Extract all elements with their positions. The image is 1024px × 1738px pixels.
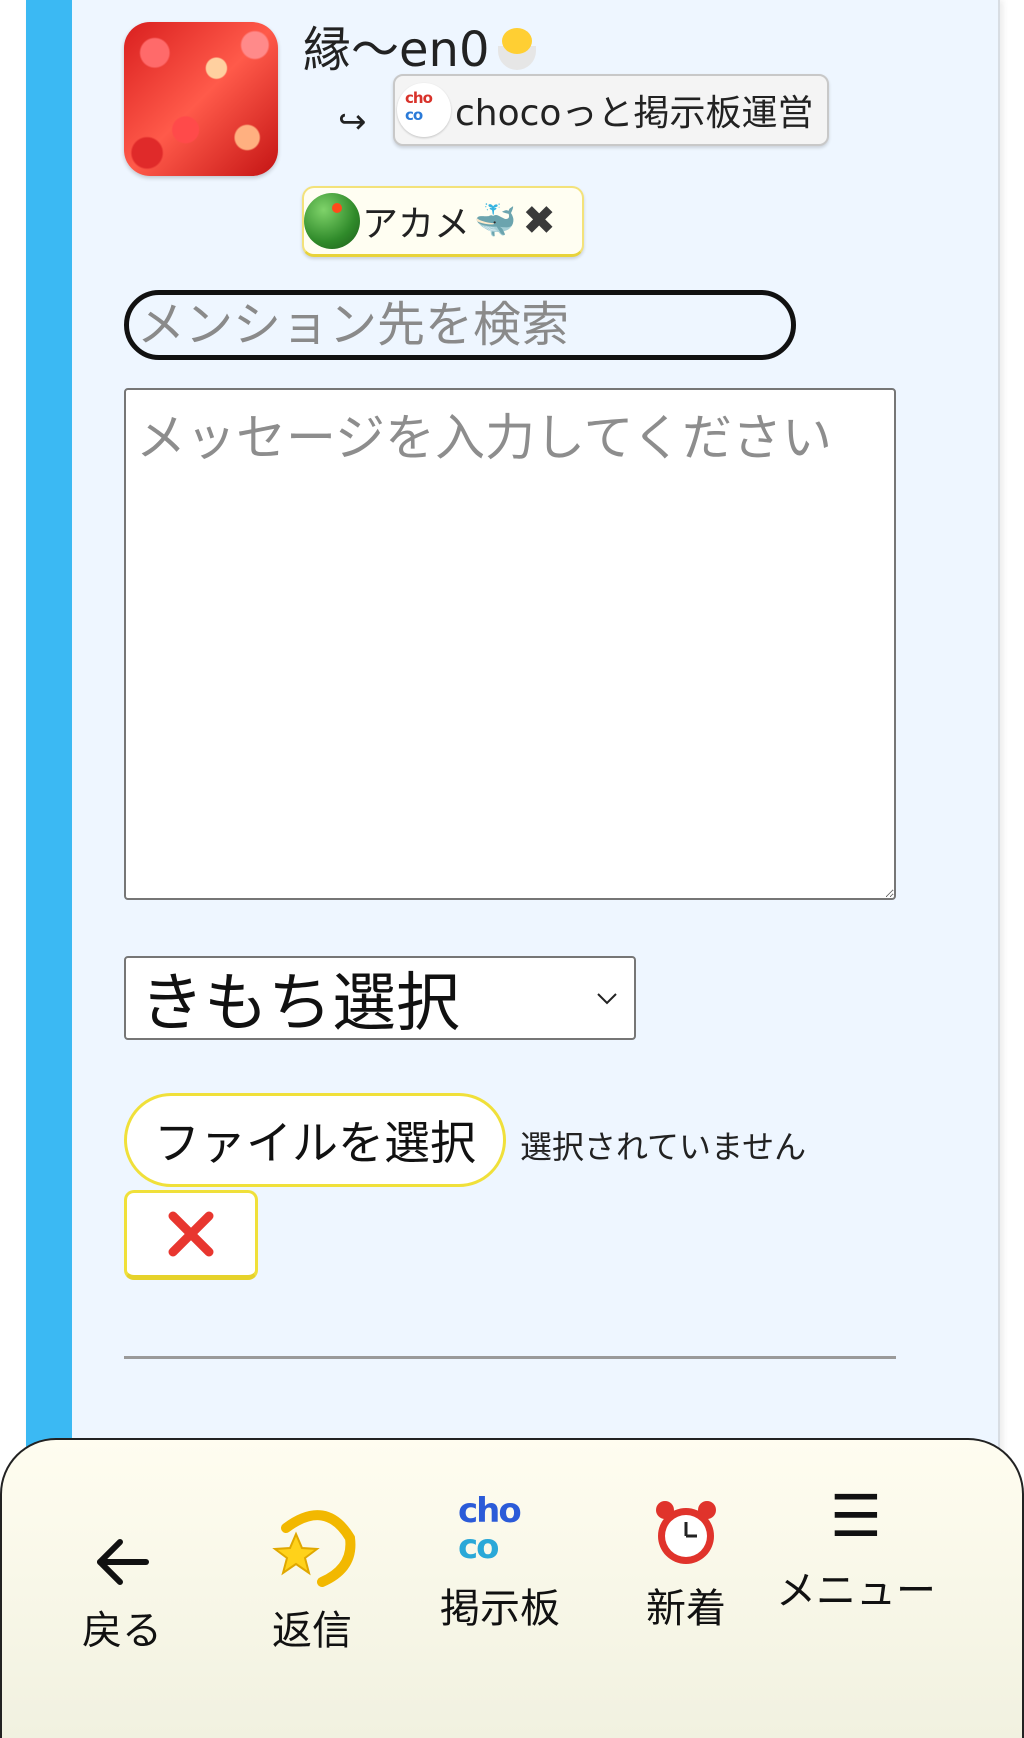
whale-icon: 🐳 — [474, 201, 517, 241]
message-textarea[interactable] — [124, 388, 896, 900]
reply-arrow-icon: ↪ — [338, 102, 367, 142]
mention-search-input[interactable] — [124, 290, 796, 360]
red-x-icon — [168, 1211, 214, 1257]
choco-logo-icon: cho co — [458, 1491, 522, 1567]
mood-select[interactable]: きもち選択 — [124, 956, 636, 1041]
nav-board-label: 掲示板 — [440, 1586, 560, 1632]
chevron-down-icon — [597, 993, 617, 1005]
nav-board[interactable]: cho co 掲示板 — [410, 1486, 590, 1634]
nav-reply-label: 返信 — [272, 1608, 352, 1654]
avatar[interactable] — [124, 22, 278, 176]
nav-menu-label: メニュー — [776, 1568, 936, 1614]
nav-reply[interactable]: 返信 — [222, 1486, 402, 1656]
bottom-navigation: 戻る 返信 cho co 掲示板 新着 ☰ メニュー — [0, 1438, 1024, 1738]
choose-file-button[interactable]: ファイルを選択 — [124, 1093, 506, 1187]
choco-logo-icon: cho co — [397, 83, 451, 137]
nav-new[interactable]: 新着 — [596, 1486, 776, 1634]
username[interactable]: 縁〜en0 — [303, 22, 490, 78]
mood-select-value: きもち選択 — [140, 967, 460, 1041]
file-status-text: 選択されていません — [520, 1128, 807, 1166]
arrow-left-icon — [97, 1539, 149, 1585]
clear-file-button[interactable] — [124, 1190, 258, 1280]
nav-back-label: 戻る — [82, 1608, 162, 1654]
alarm-clock-icon — [656, 1501, 716, 1564]
hatching-chick-icon — [494, 24, 540, 70]
nav-new-label: 新着 — [646, 1586, 726, 1632]
shooting-star-icon — [272, 1510, 356, 1587]
mention-chip[interactable]: アカメ 🐳 ✖ — [302, 186, 584, 257]
reply-target-label: chocoっと掲示板運営 — [455, 93, 814, 134]
divider — [124, 1356, 896, 1359]
remove-mention-icon[interactable]: ✖ — [522, 198, 556, 244]
nav-menu[interactable]: ☰ メニュー — [766, 1480, 946, 1616]
hamburger-icon: ☰ — [830, 1482, 882, 1550]
nav-back[interactable]: 戻る — [32, 1500, 212, 1656]
mention-chip-name: アカメ — [362, 204, 471, 245]
reply-target-chip[interactable]: cho co chocoっと掲示板運営 — [393, 74, 829, 146]
frog-avatar-icon — [304, 193, 360, 249]
